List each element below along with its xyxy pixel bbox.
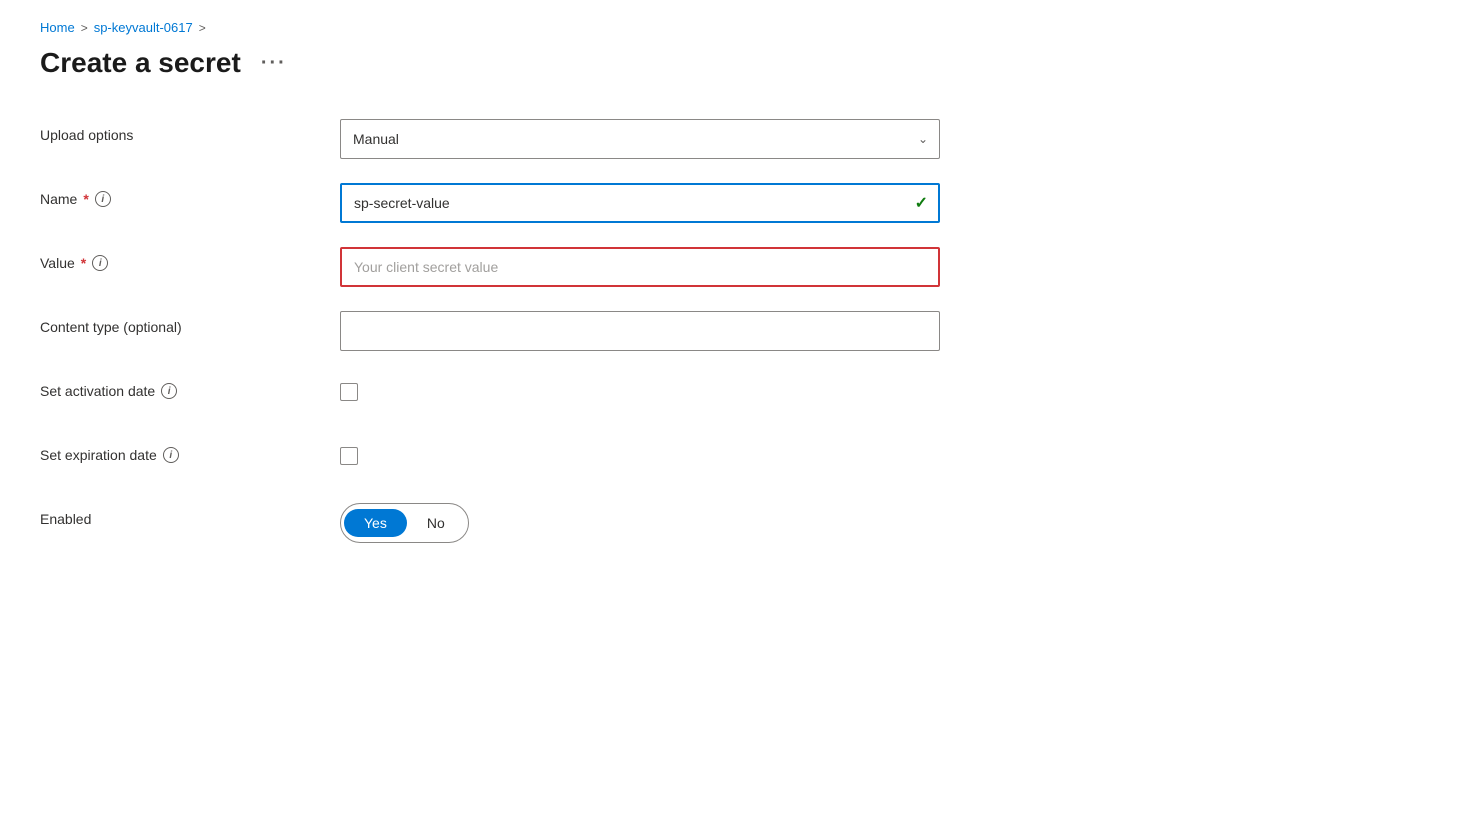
upload-options-control: Manual Certificate ⌄ [340, 119, 940, 159]
value-info-icon[interactable]: i [92, 255, 108, 271]
page-title: Create a secret [40, 47, 241, 79]
more-options-button[interactable]: ··· [253, 48, 295, 79]
enabled-no-button[interactable]: No [407, 509, 465, 537]
enabled-label: Enabled [40, 503, 340, 527]
name-required-star: * [83, 191, 88, 207]
enabled-toggle: Yes No [340, 503, 469, 543]
expiration-date-checkbox[interactable] [340, 447, 358, 465]
activation-date-checkbox[interactable] [340, 383, 358, 401]
content-type-label: Content type (optional) [40, 311, 340, 335]
upload-options-row: Upload options Manual Certificate ⌄ [40, 119, 940, 159]
page-header: Create a secret ··· [40, 47, 1424, 79]
name-label: Name * i [40, 183, 340, 207]
content-type-input[interactable] [340, 311, 940, 351]
expiration-date-label: Set expiration date i [40, 439, 340, 463]
enabled-yes-button[interactable]: Yes [344, 509, 407, 537]
upload-options-label: Upload options [40, 119, 340, 143]
name-input[interactable] [340, 183, 940, 223]
expiration-date-info-icon[interactable]: i [163, 447, 179, 463]
breadcrumb-vault[interactable]: sp-keyvault-0617 [94, 20, 193, 35]
breadcrumb-sep-2: > [199, 21, 206, 35]
activation-date-label: Set activation date i [40, 375, 340, 399]
value-input[interactable] [340, 247, 940, 287]
enabled-control: Yes No [340, 503, 940, 543]
breadcrumb: Home > sp-keyvault-0617 > [40, 20, 1424, 35]
create-secret-form: Upload options Manual Certificate ⌄ Name… [40, 119, 940, 543]
name-valid-checkmark: ✓ [915, 193, 928, 213]
name-info-icon[interactable]: i [95, 191, 111, 207]
value-control [340, 247, 940, 287]
activation-date-control [340, 375, 940, 401]
enabled-row: Enabled Yes No [40, 503, 940, 543]
value-row: Value * i [40, 247, 940, 287]
content-type-control [340, 311, 940, 351]
breadcrumb-sep-1: > [81, 21, 88, 35]
activation-date-row: Set activation date i [40, 375, 940, 415]
activation-date-info-icon[interactable]: i [161, 383, 177, 399]
value-required-star: * [81, 255, 86, 271]
content-type-row: Content type (optional) [40, 311, 940, 351]
upload-options-select[interactable]: Manual Certificate [340, 119, 940, 159]
name-row: Name * i ✓ [40, 183, 940, 223]
name-control: ✓ [340, 183, 940, 223]
breadcrumb-home[interactable]: Home [40, 20, 75, 35]
expiration-date-row: Set expiration date i [40, 439, 940, 479]
expiration-date-control [340, 439, 940, 465]
value-label: Value * i [40, 247, 340, 271]
